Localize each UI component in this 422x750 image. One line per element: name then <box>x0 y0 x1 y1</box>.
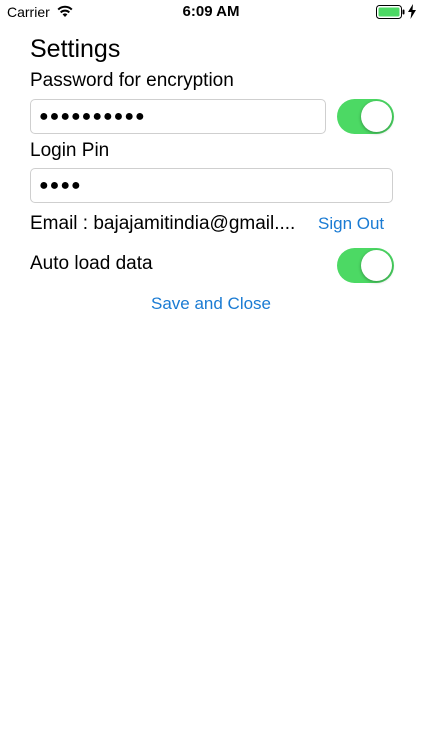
encryption-toggle[interactable] <box>337 99 394 134</box>
toggle-knob <box>361 250 392 281</box>
save-and-close-button[interactable]: Save and Close <box>0 294 422 314</box>
battery-icon <box>376 5 405 19</box>
charging-bolt-icon <box>408 4 416 19</box>
clock-time: 6:09 AM <box>182 3 240 20</box>
password-label: Password for encryption <box>30 70 234 91</box>
password-value: ●●●●●●●●●● <box>39 107 146 125</box>
status-bar: Carrier 6:09 AM <box>0 0 422 24</box>
login-pin-label: Login Pin <box>30 140 110 161</box>
login-pin-field[interactable]: ●●●● <box>30 168 393 203</box>
page-title: Settings <box>30 35 121 63</box>
email-label: Email : bajajamitindia@gmail.... <box>30 213 296 234</box>
password-field[interactable]: ●●●●●●●●●● <box>30 99 326 134</box>
auto-load-label: Auto load data <box>30 253 153 274</box>
toggle-knob <box>361 101 392 132</box>
sign-out-button[interactable]: Sign Out <box>318 214 384 234</box>
auto-load-toggle[interactable] <box>337 248 394 283</box>
pin-value: ●●●● <box>39 176 82 194</box>
